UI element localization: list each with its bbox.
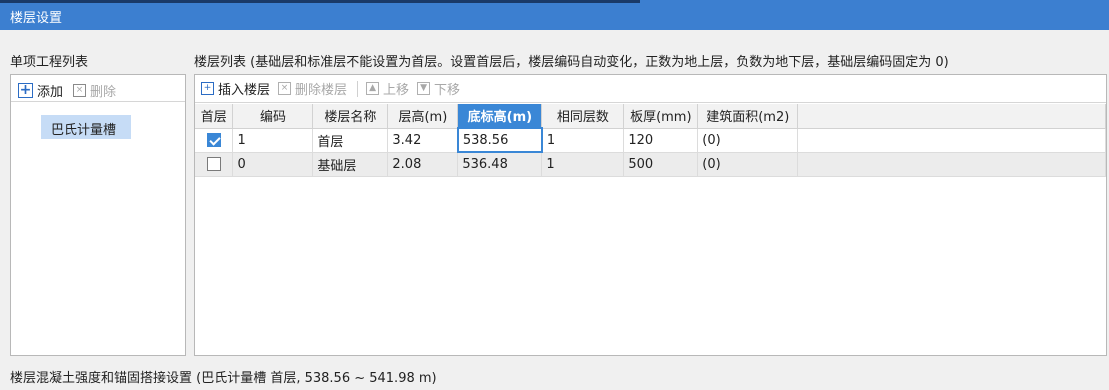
col-header-same-count[interactable]: 相同层数 [541, 104, 625, 129]
name-cell[interactable]: 首层 [312, 128, 389, 153]
delete-floor-button[interactable]: × 删除楼层 [278, 79, 347, 98]
move-down-button[interactable]: ▼ 下移 [417, 79, 460, 98]
col-header-code[interactable]: 编码 [232, 104, 314, 129]
project-item[interactable]: 巴氏计量槽 [41, 115, 131, 139]
table-row[interactable]: 0 基础层 2.08 536.48 1 500 (0) [195, 152, 1106, 177]
floor-list-panel: + 插入楼层 × 删除楼层 ▲ 上移 ▼ 下移 首层 编码 楼层名称 层高(m) [194, 74, 1107, 356]
col-header-filler [797, 104, 1106, 129]
floor-toolbar: + 插入楼层 × 删除楼层 ▲ 上移 ▼ 下移 [195, 75, 1106, 103]
delete-floor-label: 删除楼层 [295, 83, 348, 98]
delete-icon: × [73, 83, 87, 97]
area-cell[interactable]: (0) [697, 152, 799, 177]
table-row[interactable]: 1 首层 3.42 538.56 1 120 (0) [195, 127, 1106, 153]
col-header-first[interactable]: 首层 [195, 104, 234, 129]
project-toolbar: + 添加 × 删除 [11, 75, 185, 102]
code-cell[interactable]: 1 [232, 128, 314, 153]
code-cell[interactable]: 0 [232, 152, 314, 177]
col-header-thickness[interactable]: 板厚(mm) [623, 104, 699, 129]
bottom-elevation-cell[interactable]: 538.56 [456, 127, 543, 153]
height-cell[interactable]: 3.42 [387, 128, 459, 153]
thickness-cell[interactable]: 500 [623, 152, 699, 177]
project-list-title: 单项工程列表 [10, 55, 89, 70]
move-up-label: 上移 [383, 83, 410, 98]
area-cell[interactable]: (0) [697, 128, 799, 153]
height-cell[interactable]: 2.08 [387, 152, 459, 177]
table-header-row: 首层 编码 楼层名称 层高(m) 底标高(m) 相同层数 板厚(mm) 建筑面积… [195, 104, 1106, 129]
first-floor-cell[interactable] [195, 152, 234, 177]
add-label: 添加 [37, 84, 64, 100]
col-header-height[interactable]: 层高(m) [387, 104, 459, 129]
first-floor-cell[interactable] [195, 128, 234, 153]
window-titlebar: 楼层设置 [0, 0, 1109, 30]
insert-floor-button[interactable]: + 插入楼层 [201, 79, 270, 98]
insert-floor-label: 插入楼层 [218, 83, 271, 98]
move-down-label: 下移 [434, 83, 461, 98]
col-header-bottom-elevation[interactable]: 底标高(m) [457, 104, 543, 129]
arrow-down-icon: ▼ [417, 82, 431, 95]
same-count-cell[interactable]: 1 [541, 128, 625, 153]
floor-list-title: 楼层列表 (基础层和标准层不能设置为首层。设置首层后，楼层编码自动变化，正数为地… [194, 55, 949, 70]
same-count-cell[interactable]: 1 [541, 152, 625, 177]
project-list-panel: + 添加 × 删除 巴氏计量槽 [10, 74, 186, 356]
title-top-strip [0, 0, 640, 3]
window-title: 楼层设置 [10, 11, 63, 26]
toolbar-separator [357, 80, 359, 97]
thickness-cell[interactable]: 120 [623, 128, 699, 153]
status-bar: 楼层混凝土强度和锚固搭接设置 (巴氏计量槽 首层, 538.56 ~ 541.9… [10, 371, 437, 386]
plus-icon: + [18, 81, 33, 98]
filler-cell [797, 128, 1106, 153]
delete-floor-icon: × [278, 82, 292, 95]
name-cell[interactable]: 基础层 [312, 152, 389, 177]
col-header-area[interactable]: 建筑面积(m2) [697, 104, 799, 129]
first-floor-checkbox[interactable] [206, 157, 221, 171]
first-floor-checkbox[interactable] [206, 133, 221, 147]
delete-project-button[interactable]: × 删除 [73, 81, 116, 100]
floor-table: 首层 编码 楼层名称 层高(m) 底标高(m) 相同层数 板厚(mm) 建筑面积… [195, 104, 1106, 177]
arrow-up-icon: ▲ [366, 82, 380, 95]
add-project-button[interactable]: + 添加 [18, 81, 63, 100]
delete-label: 删除 [90, 84, 117, 100]
filler-cell [797, 152, 1106, 177]
col-header-name[interactable]: 楼层名称 [312, 104, 389, 129]
insert-floor-icon: + [201, 82, 214, 95]
move-up-button[interactable]: ▲ 上移 [366, 79, 409, 98]
bottom-elevation-cell[interactable]: 536.48 [457, 152, 543, 177]
